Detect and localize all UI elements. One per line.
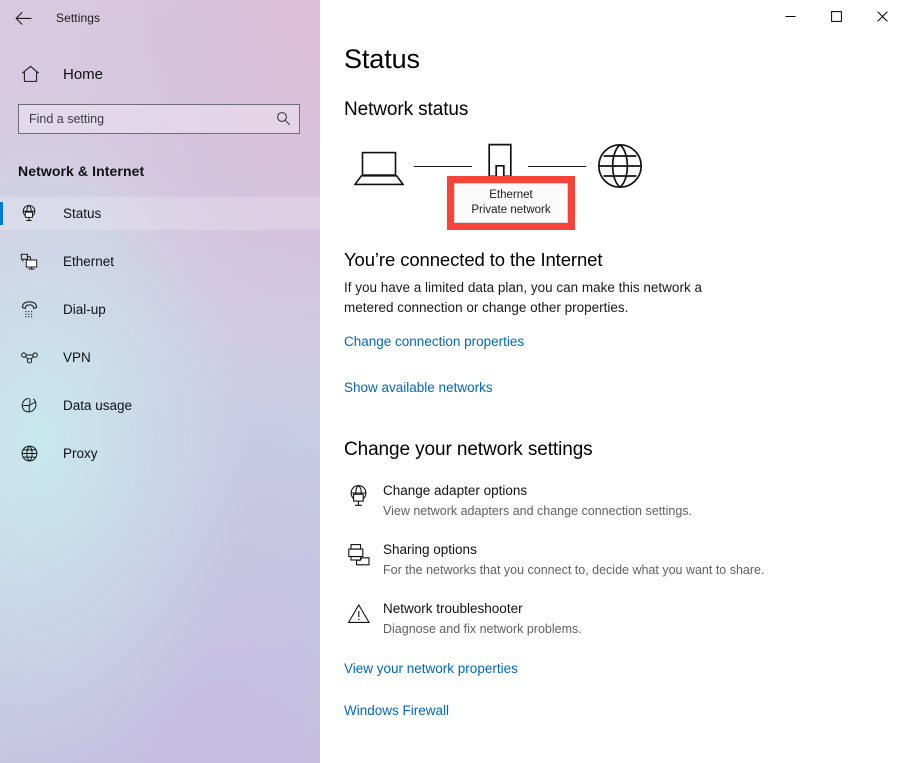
window-controls — [767, 0, 905, 32]
network-callout-box[interactable]: Ethernet Private network — [454, 183, 568, 223]
view-network-properties-row: View your network properties — [344, 660, 905, 678]
connection-status-text: You’re connected to the Internet — [344, 249, 603, 270]
network-type: Private network — [471, 204, 551, 216]
option-text: Change adapter options View network adap… — [383, 482, 692, 520]
sidebar-nav: Status Ethernet Dial-up VPN Data usage P… — [0, 197, 320, 470]
settings-heading: Change your network settings — [344, 439, 593, 460]
sidebar-category-title: Network & Internet — [18, 163, 145, 179]
windows-firewall-row: Windows Firewall — [344, 702, 905, 720]
back-arrow-icon — [14, 11, 31, 25]
sidebar-item-label: Data usage — [63, 398, 133, 413]
minimize-button[interactable] — [767, 0, 813, 32]
network-status-heading: Network status — [344, 99, 469, 120]
windows-firewall-link[interactable]: Windows Firewall — [344, 703, 449, 718]
window-titlebar-left: Settings — [0, 0, 320, 36]
sidebar-item-label: Dial-up — [63, 302, 106, 317]
sidebar-item-status[interactable]: Status — [0, 197, 320, 230]
option-network-troubleshooter[interactable]: Network troubleshooter Diagnose and fix … — [344, 600, 905, 638]
page-title: Status — [344, 44, 420, 74]
sidebar: Settings Home Network & Internet — [0, 0, 320, 763]
option-title: Network troubleshooter — [383, 601, 523, 616]
option-subtitle: Diagnose and fix network problems. — [383, 622, 582, 636]
home-icon — [18, 62, 42, 86]
network-status-icon — [18, 203, 40, 225]
settings-window: Settings Home Network & Internet — [0, 0, 905, 763]
option-title: Sharing options — [383, 542, 477, 557]
show-available-networks-row: Show available networks — [344, 379, 905, 397]
option-subtitle: View network adapters and change connect… — [383, 504, 692, 518]
laptop-icon — [353, 151, 405, 192]
main-content: Status Network status Ethernet Private n… — [320, 0, 905, 763]
sidebar-item-dial-up[interactable]: Dial-up — [0, 293, 320, 326]
globe-icon — [18, 443, 40, 465]
status-page: Status Network status Ethernet Private n… — [320, 0, 905, 720]
connection-line-left — [414, 166, 472, 167]
network-diagram: Ethernet Private network — [344, 137, 905, 241]
back-button[interactable] — [0, 0, 46, 36]
sidebar-item-label: Status — [63, 206, 102, 221]
sidebar-item-ethernet[interactable]: Ethernet — [0, 245, 320, 278]
change-connection-properties-link[interactable]: Change connection properties — [344, 334, 524, 349]
option-text: Network troubleshooter Diagnose and fix … — [383, 600, 582, 638]
maximize-icon — [830, 10, 842, 22]
connection-description: If you have a limited data plan, you can… — [344, 280, 702, 315]
globe-icon — [597, 143, 643, 194]
sidebar-item-home[interactable]: Home — [0, 57, 320, 91]
close-icon — [876, 10, 888, 22]
sidebar-item-label: VPN — [63, 350, 91, 365]
app-title: Settings — [56, 11, 101, 25]
sidebar-item-vpn[interactable]: VPN — [0, 341, 320, 374]
search-container — [18, 104, 300, 134]
option-title: Change adapter options — [383, 483, 528, 498]
sidebar-item-proxy[interactable]: Proxy — [0, 437, 320, 470]
option-subtitle: For the networks that you connect to, de… — [383, 563, 765, 577]
sidebar-item-data-usage[interactable]: Data usage — [0, 389, 320, 422]
option-text: Sharing options For the networks that yo… — [383, 541, 764, 579]
adapter-globe-icon — [344, 482, 374, 508]
connection-line-right — [528, 166, 586, 167]
sidebar-item-label-home: Home — [63, 65, 104, 83]
maximize-button[interactable] — [813, 0, 859, 32]
network-name: Ethernet — [489, 189, 533, 201]
warning-triangle-icon — [344, 600, 374, 626]
show-available-networks-link[interactable]: Show available networks — [344, 380, 493, 395]
minimize-icon — [785, 15, 795, 17]
sidebar-item-label: Ethernet — [63, 254, 115, 269]
search-input[interactable] — [18, 104, 300, 134]
change-connection-properties-row: Change connection properties — [344, 333, 905, 351]
network-callout-highlight: Ethernet Private network — [447, 176, 575, 230]
pie-chart-icon — [18, 395, 40, 417]
dialup-phone-icon — [18, 299, 40, 321]
sidebar-item-label: Proxy — [63, 446, 98, 461]
option-sharing-options[interactable]: Sharing options For the networks that yo… — [344, 541, 905, 579]
option-change-adapter-options[interactable]: Change adapter options View network adap… — [344, 482, 905, 520]
vpn-icon — [18, 347, 40, 369]
close-button[interactable] — [859, 0, 905, 32]
view-network-properties-link[interactable]: View your network properties — [344, 661, 518, 676]
ethernet-icon — [18, 251, 40, 273]
sharing-printer-icon — [344, 541, 374, 567]
